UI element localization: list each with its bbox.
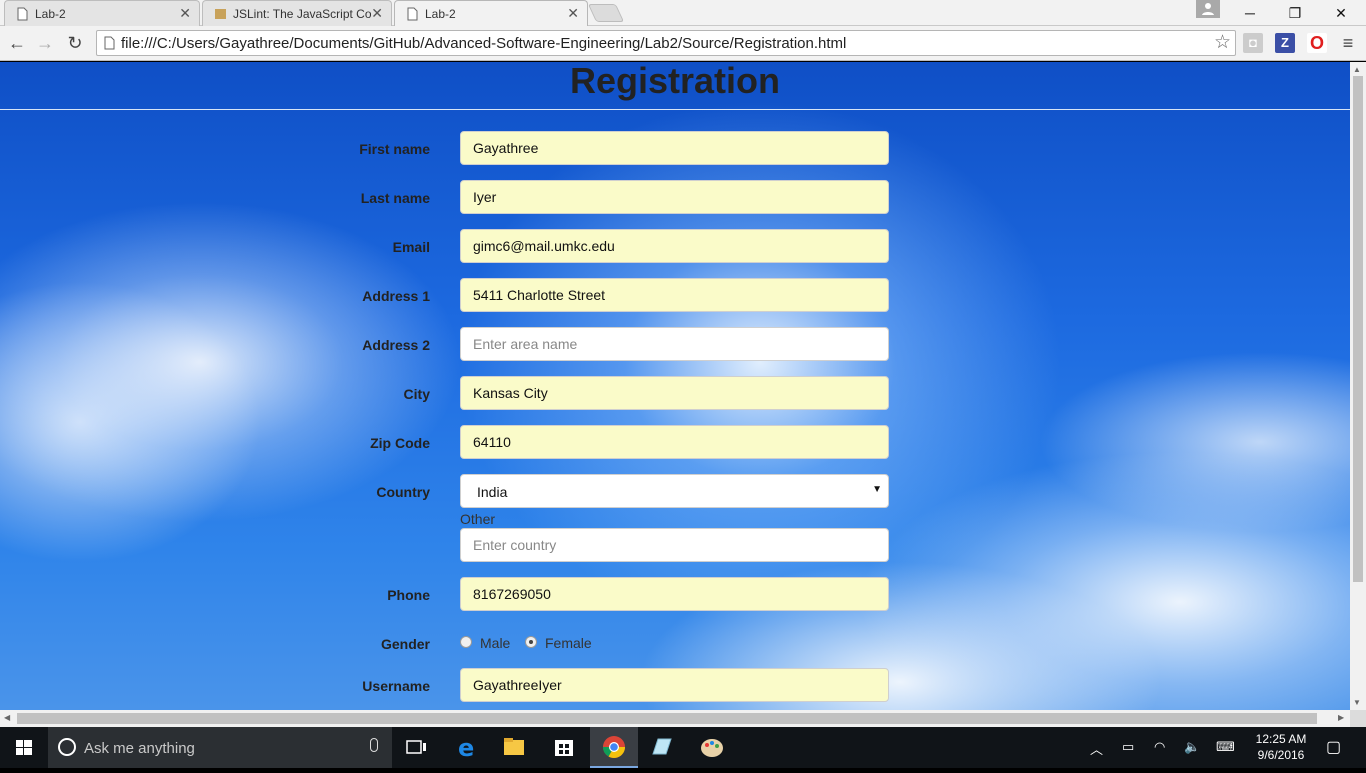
edge-icon[interactable]: e — [442, 727, 490, 768]
volume-mute-icon[interactable]: 🔈 — [1184, 739, 1200, 755]
phone-input[interactable] — [460, 577, 889, 611]
keyboard-icon[interactable]: ⌨ — [1216, 739, 1235, 755]
last-name-label: Last name — [360, 190, 430, 206]
title-divider — [0, 109, 1350, 110]
battery-icon[interactable]: ▭ — [1122, 739, 1134, 755]
email-input[interactable] — [460, 229, 889, 263]
country-label: Country — [376, 484, 430, 500]
country-selected-value: India — [477, 484, 508, 500]
city-input[interactable] — [460, 376, 889, 410]
tab-lab2-first[interactable]: Lab-2 ✕ — [4, 0, 200, 26]
scrollbar-corner — [1350, 710, 1366, 727]
tab-title: Lab-2 — [425, 7, 456, 21]
gender-male-label: Male — [480, 635, 511, 651]
email-label: Email — [392, 239, 430, 255]
windows-start-icon[interactable] — [0, 727, 48, 768]
zip-code-input[interactable] — [460, 425, 889, 459]
store-icon[interactable] — [540, 727, 588, 768]
address2-label: Address 2 — [362, 337, 430, 353]
scroll-left-icon[interactable]: ◀ — [4, 713, 10, 722]
jslint-favicon-icon — [215, 9, 226, 19]
username-input[interactable] — [460, 668, 889, 702]
gender-label: Gender — [380, 636, 430, 652]
scroll-down-icon[interactable]: ▼ — [1353, 698, 1361, 707]
opera-icon[interactable]: O — [1307, 33, 1327, 53]
page-icon — [104, 36, 115, 50]
page-icon — [17, 7, 28, 21]
close-icon[interactable]: ✕ — [371, 5, 383, 21]
last-name-input[interactable] — [460, 180, 889, 214]
other-country-input[interactable] — [460, 528, 889, 562]
other-country-label: Other — [460, 511, 496, 527]
close-window-icon[interactable]: ✕ — [1327, 3, 1355, 23]
scroll-right-icon[interactable]: ▶ — [1338, 713, 1344, 722]
taskbar: Ask me anything e ︿ ▭ ◠ 🔈 ⌨ 12:25 AM 9/6… — [0, 727, 1366, 768]
close-icon[interactable]: ✕ — [567, 5, 579, 21]
vertical-scrollbar[interactable]: ▲ ▼ — [1350, 62, 1366, 710]
menu-icon[interactable]: ≡ — [1338, 33, 1358, 53]
bookmark-star-icon[interactable]: ☆ — [1214, 32, 1231, 54]
username-label: Username — [362, 678, 430, 694]
new-tab-button[interactable] — [587, 4, 625, 22]
horizontal-scroll-thumb[interactable] — [17, 713, 1317, 724]
gender-male-radio[interactable] — [460, 636, 472, 648]
profile-icon[interactable] — [1196, 0, 1220, 18]
microphone-icon[interactable] — [370, 738, 378, 752]
tab-lab2-active[interactable]: Lab-2 ✕ — [394, 0, 588, 26]
address1-label: Address 1 — [362, 288, 430, 304]
paint-icon[interactable] — [688, 727, 736, 768]
task-view-icon[interactable] — [392, 727, 440, 768]
zip-code-label: Zip Code — [370, 435, 430, 451]
address-bar[interactable]: file:///C:/Users/Gayathree/Documents/Git… — [96, 30, 1236, 56]
dropdown-caret-icon: ▼ — [872, 484, 882, 495]
country-select[interactable]: India ▼ — [460, 474, 889, 508]
clock-date: 9/6/2016 — [1257, 748, 1305, 762]
tab-jslint[interactable]: JSLint: The JavaScript Code ✕ — [202, 0, 392, 26]
address1-input[interactable] — [460, 278, 889, 312]
zotero-icon[interactable]: Z — [1275, 33, 1295, 53]
first-name-input[interactable] — [460, 131, 889, 165]
gender-female-label: Female — [545, 635, 592, 651]
back-arrow-icon[interactable]: ← — [4, 30, 30, 56]
wifi-icon[interactable]: ◠ — [1154, 739, 1165, 755]
horizontal-scrollbar[interactable]: ◀ ▶ — [0, 710, 1350, 727]
restore-icon[interactable]: ❐ — [1281, 3, 1309, 23]
svg-text:e: e — [458, 734, 474, 762]
action-center-icon[interactable]: ▢ — [1326, 737, 1341, 757]
minimize-icon[interactable]: ─ — [1236, 3, 1264, 23]
system-clock[interactable]: 12:25 AM 9/6/2016 — [1250, 731, 1312, 763]
city-label: City — [403, 386, 430, 402]
tab-title: Lab-2 — [35, 7, 66, 21]
phone-label: Phone — [387, 587, 430, 603]
extension-shield-icon[interactable]: ◘ — [1243, 33, 1263, 53]
file-explorer-icon[interactable] — [490, 727, 538, 768]
address2-input[interactable] — [460, 327, 889, 361]
search-placeholder: Ask me anything — [84, 740, 195, 757]
tab-strip: Lab-2 ✕ JSLint: The JavaScript Code ✕ La… — [0, 0, 1366, 26]
notepad-icon[interactable] — [638, 727, 686, 768]
vertical-scroll-thumb[interactable] — [1353, 76, 1363, 582]
first-name-label: First name — [359, 141, 430, 157]
cortana-icon — [58, 738, 76, 756]
chevron-up-icon[interactable]: ︿ — [1090, 739, 1103, 758]
page-title: Registration — [569, 62, 781, 101]
scroll-up-icon[interactable]: ▲ — [1353, 65, 1361, 74]
clock-time: 12:25 AM — [1255, 732, 1307, 746]
tab-title: JSLint: The JavaScript Code — [233, 7, 371, 21]
close-icon[interactable]: ✕ — [179, 5, 191, 21]
cortana-search-box[interactable]: Ask me anything — [48, 727, 392, 768]
page-icon — [407, 7, 418, 21]
page-viewport: Registration First name Last name Email … — [0, 62, 1350, 710]
url-text: file:///C:/Users/Gayathree/Documents/Git… — [121, 35, 847, 52]
gender-female-radio[interactable] — [525, 636, 537, 648]
reload-icon[interactable]: ↻ — [62, 30, 88, 56]
chrome-icon[interactable] — [590, 727, 638, 768]
browser-toolbar: ← → ↻ file:///C:/Users/Gayathree/Documen… — [0, 26, 1366, 61]
forward-arrow-icon[interactable]: → — [32, 30, 58, 56]
